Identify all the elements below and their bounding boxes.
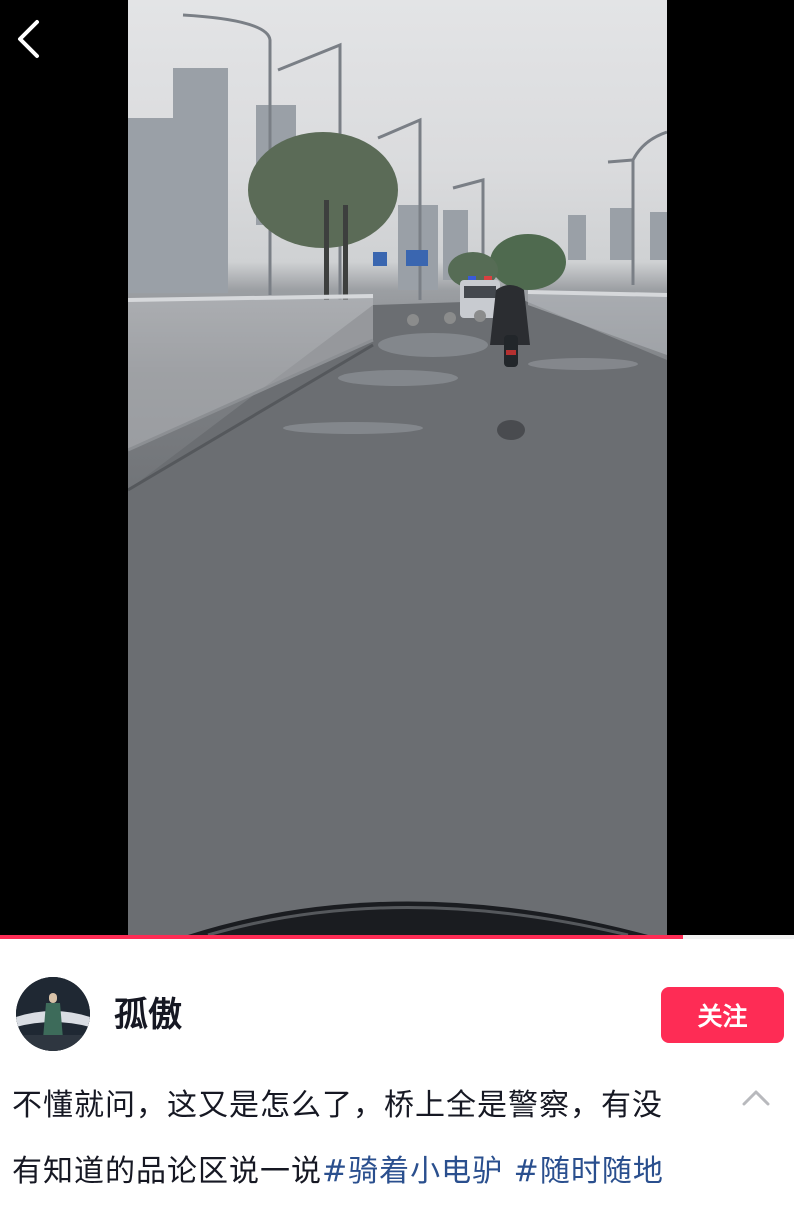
avatar-image xyxy=(16,977,90,1051)
caption-line: 有知道的品论区说一说#骑着小电驴 #随时随地 xyxy=(12,1139,724,1205)
chevron-up-icon xyxy=(742,1090,770,1106)
video-player[interactable] xyxy=(0,0,794,935)
road-sign xyxy=(373,252,387,266)
road-sign xyxy=(406,250,428,266)
author-name[interactable]: 孤傲 xyxy=(114,995,182,1035)
chevron-left-icon xyxy=(18,20,39,58)
collapse-caption-button[interactable] xyxy=(738,1080,774,1116)
video-progress-fill xyxy=(0,935,683,939)
follow-button[interactable]: 关注 xyxy=(661,987,784,1043)
post-caption: 不懂就问，这又是怎么了，桥上全是警察，有没 有知道的品论区说一说#骑着小电驴 #… xyxy=(12,1073,724,1205)
author-row: 孤傲 关注 xyxy=(0,975,794,1055)
video-scene xyxy=(128,13,667,935)
hashtag-link[interactable]: #随时随地 xyxy=(503,1154,664,1189)
caption-text: 有知道的品论区说一说 xyxy=(12,1154,322,1189)
video-frame[interactable] xyxy=(128,0,667,935)
back-button[interactable] xyxy=(8,14,48,64)
video-progress-bar[interactable] xyxy=(0,935,794,939)
hashtag-link[interactable]: #骑着小电驴 xyxy=(322,1154,503,1189)
city-skyline xyxy=(128,68,667,293)
caption-line: 不懂就问，这又是怎么了，桥上全是警察，有没 xyxy=(12,1088,663,1123)
avatar[interactable] xyxy=(16,977,90,1051)
